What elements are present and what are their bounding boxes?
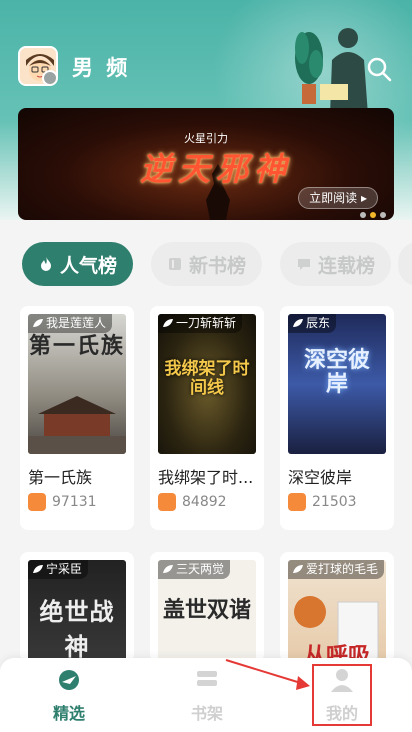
author-tag: 一刀斩斩斩 <box>158 314 243 333</box>
tab-label: 新书榜 <box>189 254 247 277</box>
leaf-icon <box>33 319 43 327</box>
book-cover: 第一氏族 我是莲莲人 <box>28 314 126 454</box>
book-card[interactable]: 第一氏族 我是莲莲人 第一氏族 97131 <box>20 306 134 530</box>
cover-title: 深空彼岸 <box>303 347 370 397</box>
heat-value: 97131 <box>52 494 97 510</box>
heat-icon <box>158 493 176 511</box>
ranking-tabs: 人气榜 新书榜 连载榜 <box>22 242 392 286</box>
heat-score: 84892 <box>158 493 227 511</box>
carousel-dot-active <box>370 212 376 218</box>
cover-title: 绝世战神 <box>39 597 115 661</box>
tab-overflow[interactable] <box>398 242 412 286</box>
carousel-dots <box>360 212 386 218</box>
cover-title: 我绑架了时间线 <box>164 359 250 398</box>
book-title: 第一氏族 <box>28 468 93 487</box>
author-tag: 爱打球的毛毛 <box>288 560 385 579</box>
banner-title: 逆天邪神 <box>140 150 293 188</box>
leaf-icon <box>163 319 173 327</box>
reader-decoration <box>320 28 368 115</box>
nav-featured[interactable]: 精选 <box>29 668 109 724</box>
heat-value: 21503 <box>312 494 357 510</box>
nav-label: 精选 <box>52 704 85 723</box>
tab-label: 人气榜 <box>60 254 118 277</box>
book-title: 深空彼岸 <box>288 468 353 487</box>
author-tag: 辰东 <box>288 314 337 333</box>
book-cover: 我绑架了时间线 一刀斩斩斩 <box>158 314 256 454</box>
heat-score: 21503 <box>288 493 357 511</box>
author-tag: 宁采臣 <box>28 560 89 579</box>
annotation-highlight-box <box>312 664 372 726</box>
leaf-icon <box>163 565 173 573</box>
book-card[interactable]: 绝世战神 宁采臣 <box>20 552 134 670</box>
book-icon <box>169 258 182 270</box>
author-tag: 我是莲莲人 <box>28 314 113 333</box>
leaf-icon <box>293 565 303 573</box>
book-cover: 从呼吸 爱打球的毛毛 <box>288 560 386 670</box>
leaf-icon <box>33 565 43 573</box>
tab-popular[interactable]: 人气榜 <box>22 242 134 286</box>
book-card[interactable]: 我绑架了时间线 一刀斩斩斩 我绑架了时... 84892 <box>150 306 264 530</box>
search-icon[interactable] <box>366 56 392 82</box>
author-tag: 三天两觉 <box>158 560 231 579</box>
book-card[interactable]: 盖世双谐 三天两觉 <box>150 552 264 670</box>
promo-banner[interactable]: 火星引力 逆天邪神 立即阅读 ▸ <box>18 108 394 220</box>
chat-icon <box>298 259 311 270</box>
bookshelf-icon <box>197 671 217 686</box>
book-card[interactable]: 从呼吸 爱打球的毛毛 <box>280 552 394 670</box>
avatar[interactable] <box>18 46 58 86</box>
book-cover: 绝世战神 宁采臣 <box>28 560 126 670</box>
heat-icon <box>288 493 306 511</box>
book-cover: 深空彼岸 辰东 <box>288 314 386 454</box>
fire-icon <box>41 257 51 271</box>
switch-icon <box>42 70 56 84</box>
heat-icon <box>28 493 46 511</box>
tab-new-books[interactable]: 新书榜 <box>151 242 263 286</box>
palace-illustration <box>28 396 126 454</box>
heat-score: 97131 <box>28 493 97 511</box>
book-title: 我绑架了时... <box>158 468 254 487</box>
read-now-button[interactable]: 立即阅读 ▸ <box>298 187 378 209</box>
nav-label: 书架 <box>190 704 223 723</box>
cover-title: 盖世双谐 <box>162 597 251 623</box>
carousel-dot <box>380 212 386 218</box>
heat-value: 84892 <box>182 494 227 510</box>
featured-icon <box>59 670 79 690</box>
tab-serial[interactable]: 连载榜 <box>280 242 392 286</box>
tab-label: 连载榜 <box>318 254 376 277</box>
carousel-dot <box>360 212 366 218</box>
leaf-icon <box>293 319 303 327</box>
book-cover: 盖世双谐 三天两觉 <box>158 560 256 670</box>
channel-label[interactable]: 男 频 <box>72 52 130 82</box>
nav-bookshelf[interactable]: 书架 <box>167 668 247 724</box>
book-card[interactable]: 深空彼岸 辰东 深空彼岸 21503 <box>280 306 394 530</box>
